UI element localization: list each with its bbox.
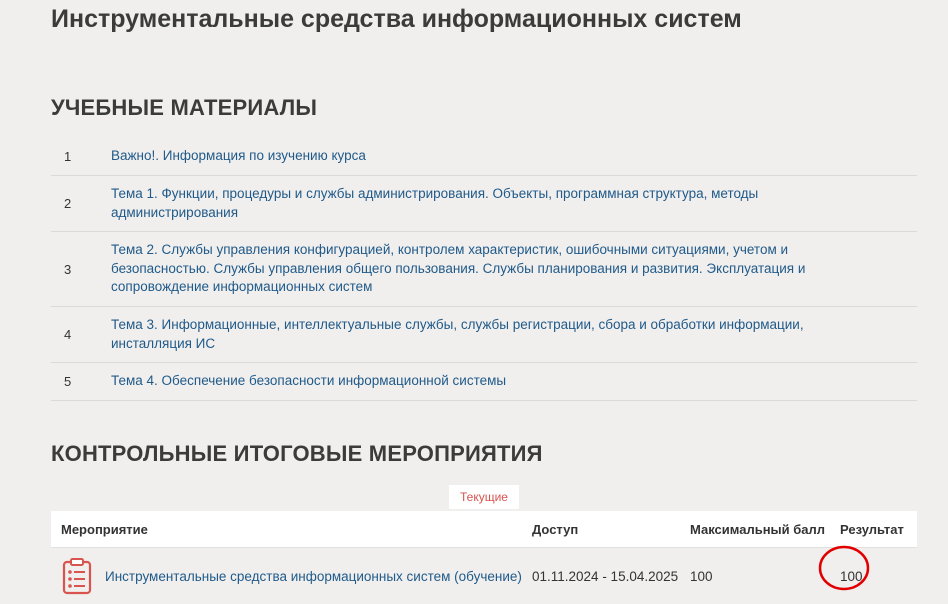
- material-link[interactable]: Важно!. Информация по изучению курса: [111, 147, 406, 166]
- material-number: 1: [64, 149, 72, 164]
- column-header-result: Результат: [840, 521, 904, 537]
- material-link[interactable]: Тема 4. Обеспечение безопасности информа…: [111, 372, 546, 391]
- material-link[interactable]: Тема 1. Функции, процедуры и службы адми…: [111, 185, 917, 222]
- event-link[interactable]: Инструментальные средства информационных…: [105, 569, 522, 584]
- event-cell: Инструментальные средства информационных…: [51, 557, 532, 595]
- material-row: 3 Тема 2. Службы управления конфигурацие…: [51, 232, 917, 307]
- events-heading: КОНТРОЛЬНЫЕ ИТОГОВЫЕ МЕРОПРИЯТИЯ: [51, 441, 543, 466]
- material-row: 2 Тема 1. Функции, процедуры и службы ад…: [51, 176, 917, 232]
- course-title: Инструментальные средства информационных…: [51, 5, 742, 33]
- material-link[interactable]: Тема 2. Службы управления конфигурацией,…: [111, 241, 917, 297]
- material-row: 5 Тема 4. Обеспечение безопасности инфор…: [51, 363, 917, 401]
- events-table-header: Мероприятие Доступ Максимальный балл Рез…: [51, 511, 917, 548]
- material-number: 4: [64, 327, 72, 342]
- material-row: 1 Важно!. Информация по изучению курса: [51, 138, 917, 176]
- event-access-dates: 01.11.2024 - 15.04.2025: [532, 568, 679, 584]
- column-header-access: Доступ: [532, 521, 579, 537]
- tab-current[interactable]: Текущие: [449, 485, 519, 509]
- material-link[interactable]: Тема 3. Информационные, интеллектуальные…: [111, 316, 917, 353]
- event-result-cell: 100: [818, 545, 917, 590]
- material-number: 2: [64, 196, 72, 211]
- table-row: Инструментальные средства информационных…: [51, 545, 917, 604]
- column-header-event: Мероприятие: [61, 521, 148, 537]
- clipboard-list-icon: [62, 558, 92, 595]
- material-row: 4 Тема 3. Информационные, интеллектуальн…: [51, 307, 917, 363]
- events-table: Мероприятие Доступ Максимальный балл Рез…: [51, 511, 917, 604]
- materials-heading: УЧЕБНЫЕ МАТЕРИАЛЫ: [51, 95, 318, 120]
- annotation-circle: [818, 545, 870, 590]
- material-number: 3: [64, 261, 72, 277]
- materials-list: 1 Важно!. Информация по изучению курса 2…: [51, 138, 917, 401]
- material-number: 5: [64, 374, 72, 389]
- column-header-max-score: Максимальный балл: [690, 521, 826, 537]
